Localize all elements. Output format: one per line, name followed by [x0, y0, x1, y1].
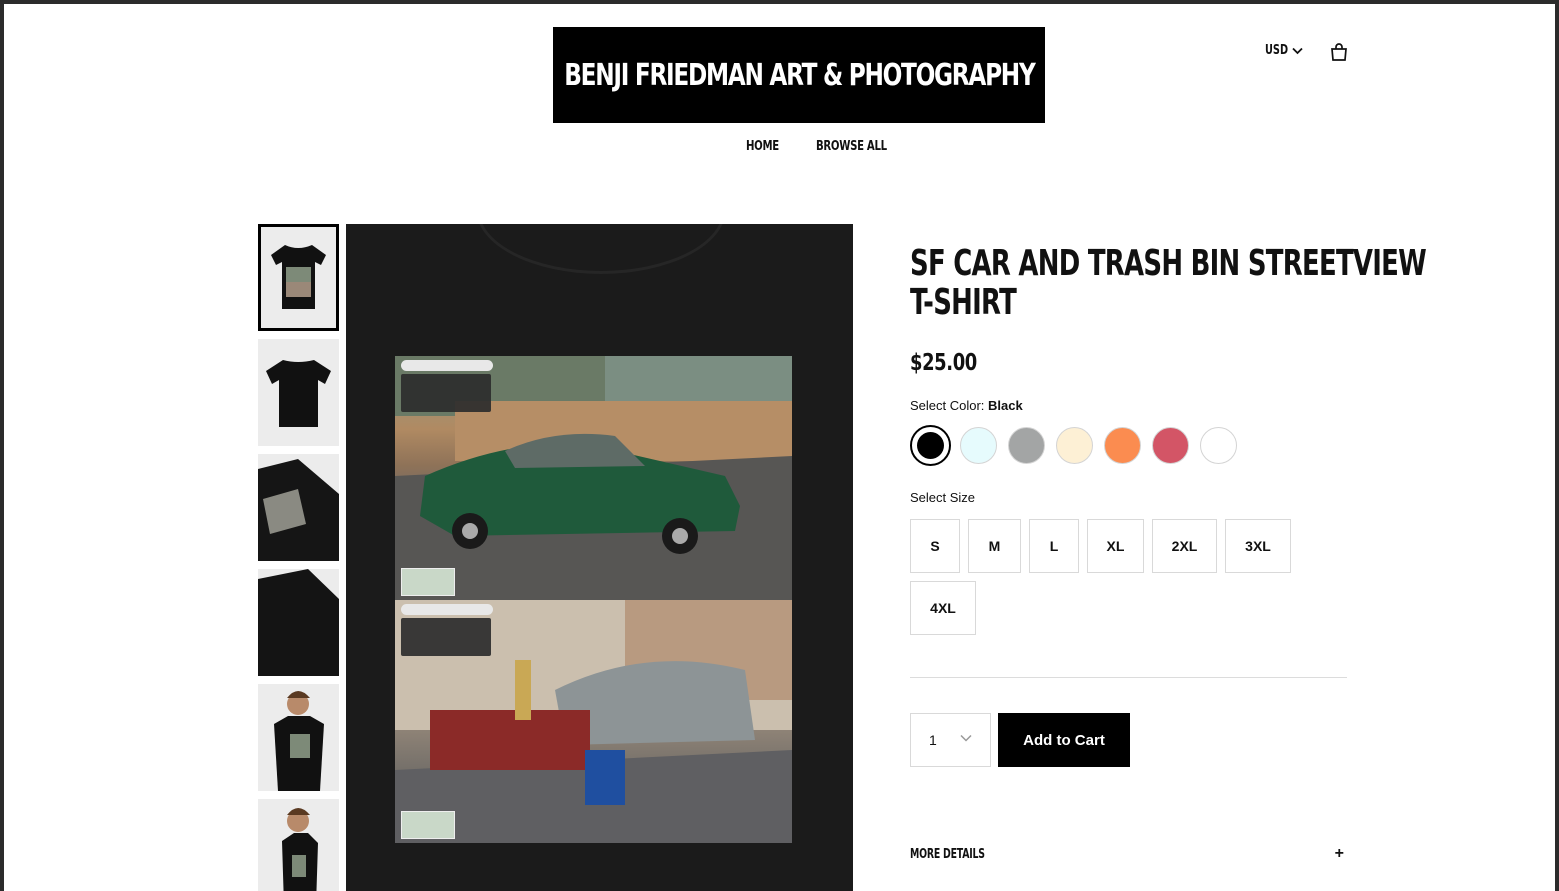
color-swatch[interactable] [1008, 427, 1045, 464]
thumbnail-back[interactable] [258, 339, 339, 446]
print-top-panel [395, 356, 792, 600]
nav-home[interactable]: HOME [746, 139, 779, 154]
nav-browse-all[interactable]: BROWSE ALL [816, 139, 887, 154]
size-option[interactable]: S [910, 519, 960, 573]
store-logo[interactable]: BENJI FRIEDMAN ART & PHOTOGRAPHY [553, 27, 1045, 123]
thumbnail-gallery [258, 224, 339, 891]
color-swatch[interactable] [1056, 427, 1093, 464]
color-label-text: Select Color: [910, 398, 985, 413]
quantity-select[interactable]: 1 [910, 713, 991, 767]
chevron-down-icon [960, 734, 972, 742]
selected-color-name: Black [988, 398, 1023, 413]
thumbnail-model-front[interactable] [258, 684, 339, 791]
size-options: S M L XL 2XL 3XL 4XL [910, 519, 1350, 635]
size-option[interactable]: 4XL [910, 581, 976, 635]
thumbnail-detail[interactable] [258, 569, 339, 676]
color-swatches [910, 425, 1237, 466]
thumbnail-model-side[interactable] [258, 799, 339, 891]
color-swatch[interactable] [910, 425, 951, 466]
thumbnail-front-print[interactable] [258, 224, 339, 331]
size-label: Select Size [910, 490, 976, 505]
size-option[interactable]: M [968, 519, 1021, 573]
thumbnail-folded[interactable] [258, 454, 339, 561]
size-option[interactable]: L [1029, 519, 1079, 573]
color-swatch[interactable] [960, 427, 997, 464]
main-product-image[interactable] [346, 224, 853, 891]
swatch-fill [917, 432, 944, 459]
product-title-line2: T-SHIRT [910, 282, 1017, 323]
plus-icon: + [1334, 845, 1344, 862]
main-nav: HOME BROWSE ALL [746, 139, 907, 154]
add-to-cart-button[interactable]: Add to Cart [998, 713, 1130, 767]
product-title: SF CAR AND TRASH BIN STREETVIEW T-SHIRT [910, 244, 1427, 323]
color-swatch[interactable] [1152, 427, 1189, 464]
size-option[interactable]: XL [1087, 519, 1144, 573]
color-swatch[interactable] [1104, 427, 1141, 464]
chevron-down-icon [1292, 47, 1303, 54]
currency-selector[interactable]: USD [1265, 43, 1303, 58]
product-price: $25.00 [910, 350, 977, 376]
quantity-value: 1 [929, 732, 937, 748]
currency-label: USD [1265, 43, 1289, 58]
logo-text: BENJI FRIEDMAN ART & PHOTOGRAPHY [563, 57, 1035, 93]
more-details-label: MORE DETAILS [910, 846, 985, 862]
size-option[interactable]: 3XL [1225, 519, 1291, 573]
divider [910, 677, 1347, 678]
print-bottom-panel [395, 600, 792, 843]
more-details-toggle[interactable]: MORE DETAILS + [910, 845, 1347, 863]
shopping-bag-icon[interactable] [1329, 42, 1349, 62]
size-option[interactable]: 2XL [1152, 519, 1217, 573]
color-label: Select Color: Black [910, 398, 1023, 413]
color-swatch[interactable] [1200, 427, 1237, 464]
product-title-line1: SF CAR AND TRASH BIN STREETVIEW [910, 243, 1427, 284]
shirt-collar [476, 224, 726, 274]
